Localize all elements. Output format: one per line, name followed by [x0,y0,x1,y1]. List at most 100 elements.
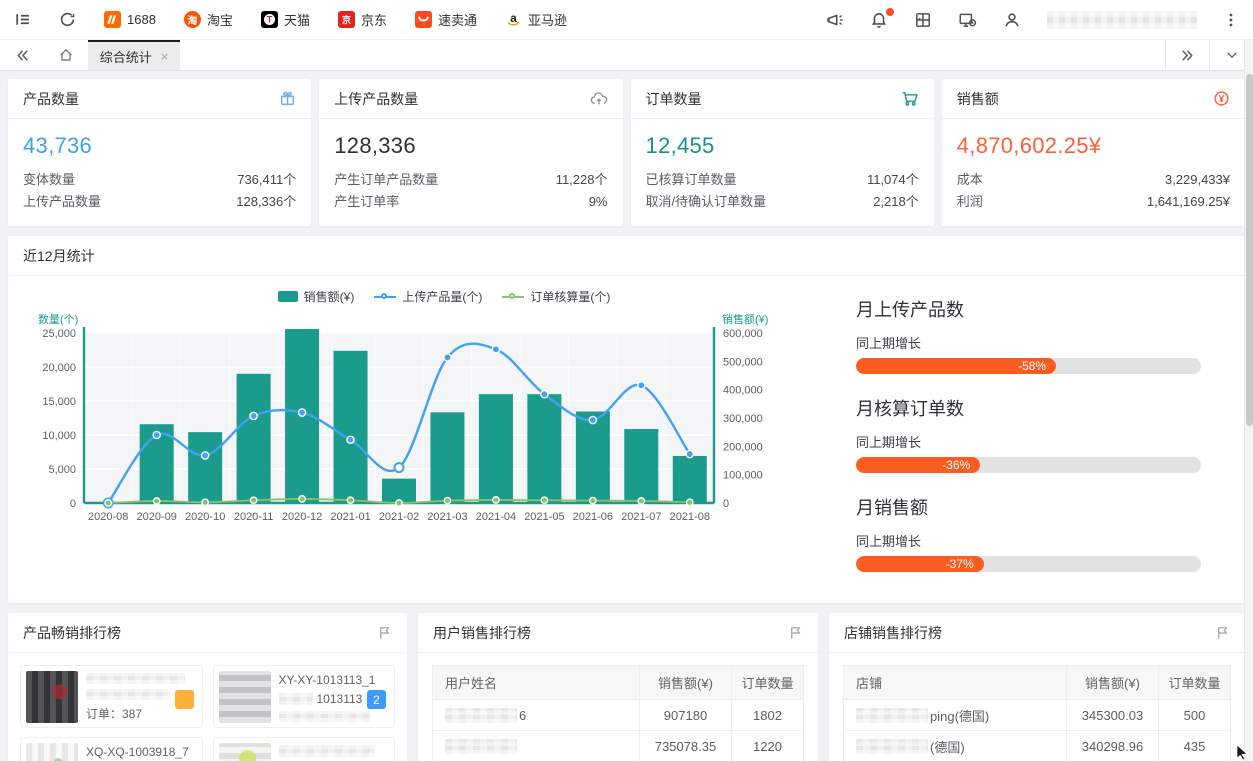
stat-row-value: 3,229,433¥ [1165,169,1230,191]
svg-text:销售额(¥): 销售额(¥) [722,312,768,326]
legend-bar-marker [278,291,298,302]
svg-text:2021-06: 2021-06 [573,511,613,523]
flag-icon [1215,625,1230,640]
cart-icon [901,90,919,107]
platform-tab-tmall[interactable]: T 天猫 [261,10,310,29]
stat-card-orders: 订单数量 12,455 已核算订单数量11,074个 取消/待确认订单数量2,2… [631,79,934,226]
stat-card-sales: 销售额 4,870,602.25¥ 成本3,229,433¥ 利润1,641,1… [942,79,1245,226]
svg-text:200,000: 200,000 [723,441,763,453]
svg-text:5,000: 5,000 [48,464,76,476]
growth-group-sales: 月销售额 同上期增长 -37% [856,494,1201,572]
legend-item-sales[interactable]: 销售额(¥) [278,288,355,305]
stat-row-label: 已核算订单数量 [646,169,737,191]
product-card[interactable]: XQ-XQ-1003918_7 [20,737,203,761]
blurred-text [279,693,313,705]
scrollbar-track[interactable] [1244,40,1253,761]
stat-row-label: 产生订单产品数量 [334,169,438,191]
legend-item-uploads[interactable]: 上传产品量(个) [374,288,482,305]
platform-tab-amazon[interactable]: a 亚马逊 [505,10,567,29]
value-cell: 907180 [640,700,732,731]
svg-text:500,000: 500,000 [723,356,763,368]
blurred-name [445,739,517,754]
panel-title: 产品畅销排行榜 [23,623,121,643]
platform-tab-aliexpress[interactable]: 速卖通 [415,10,477,29]
svg-text:T: T [267,15,273,25]
stat-card-title: 销售额 [957,89,999,109]
stat-row-label: 取消/待确认订单数量 [646,191,767,213]
value-cell: 500 [1159,700,1231,731]
growth-group-orders: 月核算订单数 同上期增长 -36% [856,395,1201,473]
growth-stats-column: 月上传产品数 同上期增长 -58% 月核算订单数 同上期增长 -36% 月销售额… [814,280,1237,593]
svg-text:2020-10: 2020-10 [185,511,225,523]
platform-tab-taobao[interactable]: 淘 淘宝 [184,10,233,29]
sidebar-toggle-icon[interactable] [14,11,31,28]
stat-main-value: 128,336 [334,133,607,159]
table-row: ping(德国) 345300.03500 [844,700,1231,731]
close-icon[interactable]: × [161,49,169,64]
name-cell [433,731,640,761]
product-card[interactable]: XY-XY-1013113_1 1013113 2 [213,665,396,728]
name-cell: ping(德国) [844,700,1067,731]
value-cell: 1802 [732,700,804,731]
growth-progress-bar: -58% [856,358,1201,374]
notification-dot [886,8,894,16]
flag-icon [377,625,392,640]
notification-bell-icon[interactable] [870,11,888,29]
expand-right-icon[interactable] [1165,40,1209,70]
user-name-blurred[interactable] [1047,11,1197,29]
name-cell: (德国) [844,731,1067,761]
stat-card-title: 上传产品数量 [334,89,418,109]
chart-area: 销售额(¥) 上传产品量(个) 订单核算量(个) 05,00010,00015,… [14,280,814,593]
growth-sublabel: 同上期增长 [856,531,1201,550]
scrollbar-thumb[interactable] [1246,74,1253,426]
workstation-icon[interactable] [958,11,977,29]
stat-card-products: 产品数量 43,736 变体数量736,411个 上传产品数量128,336个 [8,79,311,226]
legend-line-marker [374,292,396,302]
svg-text:20,000: 20,000 [42,362,76,374]
name-suffix: ping(德国) [930,706,989,725]
growth-group-uploads: 月上传产品数 同上期增长 -58% [856,296,1201,374]
apps-grid-icon[interactable] [914,11,932,29]
platform-tab-1688[interactable]: 1688 [104,11,156,28]
refresh-icon[interactable] [59,11,76,28]
collapse-left-icon[interactable] [0,40,44,70]
product-sku-text: XY-XY-1013113_1 [279,673,387,687]
gift-icon [279,90,296,107]
site-taobao-icon: 淘 [184,11,201,28]
mouse-cursor [1236,744,1250,760]
blurred-text [86,689,170,700]
legend-item-orders[interactable]: 订单核算量(个) [502,288,610,305]
user-icon[interactable] [1003,11,1021,29]
column-header: 用户姓名 [433,666,640,700]
product-card[interactable]: 订单：387 [20,665,203,728]
shop-sales-ranking-panel: 店铺销售排行榜 店铺销售额(¥)订单数量ping(德国)345300.03500… [829,613,1245,761]
more-kebab-icon[interactable] [1223,12,1239,28]
product-card[interactable] [213,737,396,761]
stat-card-uploads: 上传产品数量 128,336 产生订单产品数量11,228个 产生订单率9% [319,79,622,226]
value-cell: 345300.03 [1067,700,1159,731]
platform-tab-jd[interactable]: 京 京东 [338,10,387,29]
blurred-name [445,708,517,723]
blurred-text [279,711,370,722]
blurred-text [86,673,185,684]
app-window: 1688 淘 淘宝 T 天猫 京 京东 速卖通 [0,0,1253,761]
stat-card-title: 产品数量 [23,89,79,109]
tab-comprehensive-statistics[interactable]: 综合统计 × [88,40,180,70]
page-tab-bar: 综合统计 × [0,40,1253,71]
stat-row-label: 产生订单率 [334,191,399,213]
announcement-icon[interactable] [826,11,844,29]
panel-title: 近12月统计 [23,246,95,266]
table-row: 735078.351220 [433,731,804,761]
platform-label: 亚马逊 [528,10,567,29]
svg-text:2021-01: 2021-01 [330,511,370,523]
blurred-name [856,739,928,754]
platform-label: 京东 [361,10,387,29]
home-icon[interactable] [44,40,88,70]
product-card-grid: 订单：387 XY-XY-1013113_1 1013113 [8,653,407,761]
growth-sublabel: 同上期增长 [856,333,1201,352]
svg-text:2021-04: 2021-04 [476,511,516,523]
value-cell: 1220 [732,731,804,761]
stat-row-value: 2,218个 [873,191,919,213]
growth-progress-fill: -36% [856,457,980,473]
svg-text:15,000: 15,000 [42,396,76,408]
